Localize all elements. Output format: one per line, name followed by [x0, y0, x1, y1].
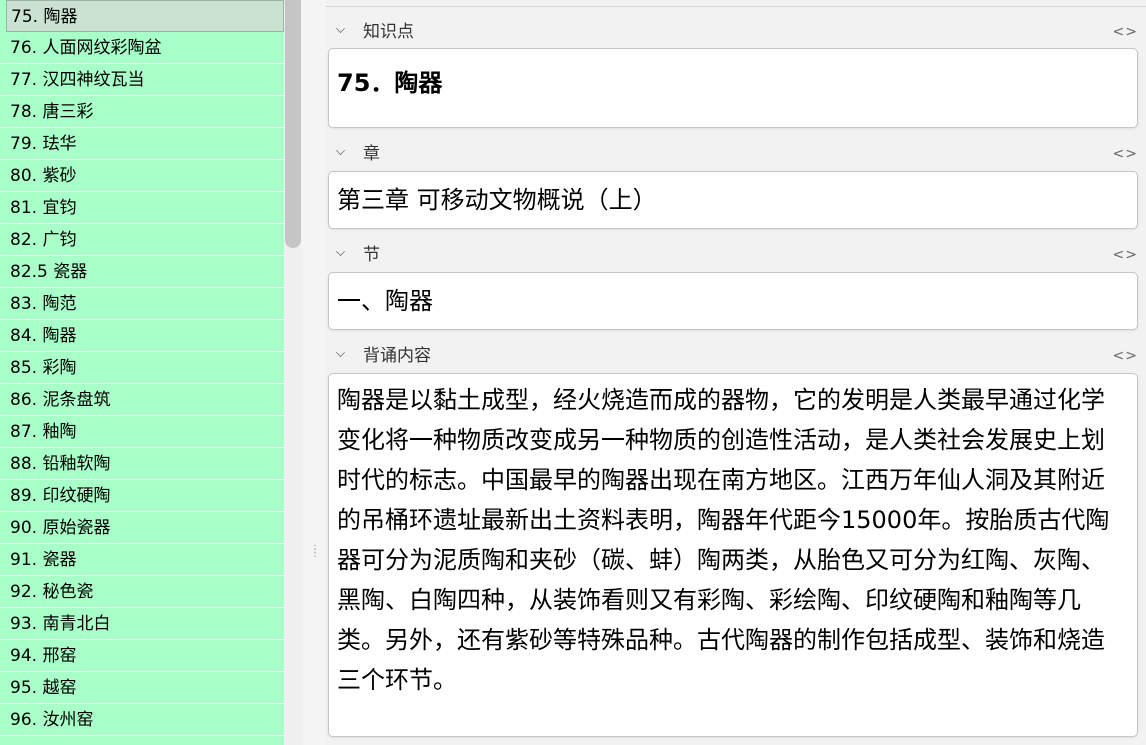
list-item[interactable]: 77. 汉四神纹瓦当 [0, 64, 284, 96]
list-item[interactable]: 96. 汝州窑 [0, 704, 284, 736]
list-item[interactable]: 85. 彩陶 [0, 352, 284, 384]
field-header-section[interactable]: 节 <> [326, 244, 1142, 266]
field-header-content[interactable]: 背诵内容 <> [326, 345, 1142, 367]
scrollbar-thumb[interactable] [285, 0, 301, 248]
card-list: 75. 陶器 76. 人面网纹彩陶盆 77. 汉四神纹瓦当 78. 唐三彩 79. 珐华… [0, 0, 284, 745]
list-item[interactable]: 80. 紫砂 [0, 160, 284, 192]
chevron-down-icon[interactable] [336, 348, 345, 357]
list-item[interactable]: 91. 瓷器 [0, 544, 284, 576]
chevron-down-icon[interactable] [336, 146, 345, 155]
content-value: 陶器是以黏土成型，经火烧造而成的器物，它的发明是人类最早通过化学变化将一种物质改… [337, 386, 1110, 694]
field-label: 知识点 [363, 22, 414, 42]
list-item[interactable]: 82. 广钧 [0, 224, 284, 256]
knowledge-field[interactable]: 75．陶器 [328, 48, 1138, 128]
chapter-field[interactable]: 第三章 可移动文物概说（上） [328, 171, 1138, 229]
list-item[interactable]: 89. 印纹硬陶 [0, 480, 284, 512]
divider [326, 6, 1146, 7]
list-item[interactable]: 92. 秘色瓷 [0, 576, 284, 608]
list-item[interactable]: 87. 釉陶 [0, 416, 284, 448]
splitter-grip-icon[interactable]: ⋮ ⋮ [310, 545, 320, 572]
list-item[interactable]: 78. 唐三彩 [0, 96, 284, 128]
list-item[interactable]: 76. 人面网纹彩陶盆 [0, 32, 284, 64]
chevron-down-icon[interactable] [336, 247, 345, 256]
code-toggle-icon[interactable]: <> [1113, 345, 1138, 367]
list-item[interactable]: 79. 珐华 [0, 128, 284, 160]
field-label: 节 [363, 245, 380, 265]
knowledge-value: 75．陶器 [337, 69, 443, 97]
list-item[interactable]: 90. 原始瓷器 [0, 512, 284, 544]
chevron-down-icon[interactable] [336, 24, 345, 33]
field-header-knowledge[interactable]: 知识点 <> [326, 21, 1142, 43]
code-toggle-icon[interactable]: <> [1113, 244, 1138, 266]
list-item[interactable]: 94. 邢窑 [0, 640, 284, 672]
list-item[interactable]: 93. 南青北白 [0, 608, 284, 640]
list-item[interactable]: 81. 宜钧 [0, 192, 284, 224]
list-item[interactable]: 75. 陶器 [6, 0, 284, 32]
list-item[interactable]: 82.5 瓷器 [0, 256, 284, 288]
list-item[interactable]: 86. 泥条盘筑 [0, 384, 284, 416]
code-toggle-icon[interactable]: <> [1113, 21, 1138, 43]
field-header-chapter[interactable]: 章 <> [326, 143, 1142, 165]
code-toggle-icon[interactable]: <> [1113, 143, 1138, 165]
list-item[interactable]: 95. 越窑 [0, 672, 284, 704]
field-label: 背诵内容 [363, 346, 431, 366]
field-label: 章 [363, 144, 380, 164]
list-item[interactable]: 83. 陶范 [0, 288, 284, 320]
list-items: 75. 陶器 76. 人面网纹彩陶盆 77. 汉四神纹瓦当 78. 唐三彩 79. 珐华… [0, 0, 284, 736]
list-item[interactable]: 84. 陶器 [0, 320, 284, 352]
section-value: 一、陶器 [337, 287, 433, 315]
content-field[interactable]: 陶器是以黏土成型，经火烧造而成的器物，它的发明是人类最早通过化学变化将一种物质改… [328, 373, 1138, 737]
section-field[interactable]: 一、陶器 [328, 272, 1138, 330]
chapter-value: 第三章 可移动文物概说（上） [337, 186, 657, 214]
editor-panel: 知识点 <> 75．陶器 章 <> 第三章 可移动文物概说（上） 节 <> 一、… [326, 0, 1146, 745]
list-item[interactable]: 88. 铅釉软陶 [0, 448, 284, 480]
panel-splitter[interactable] [302, 0, 326, 745]
